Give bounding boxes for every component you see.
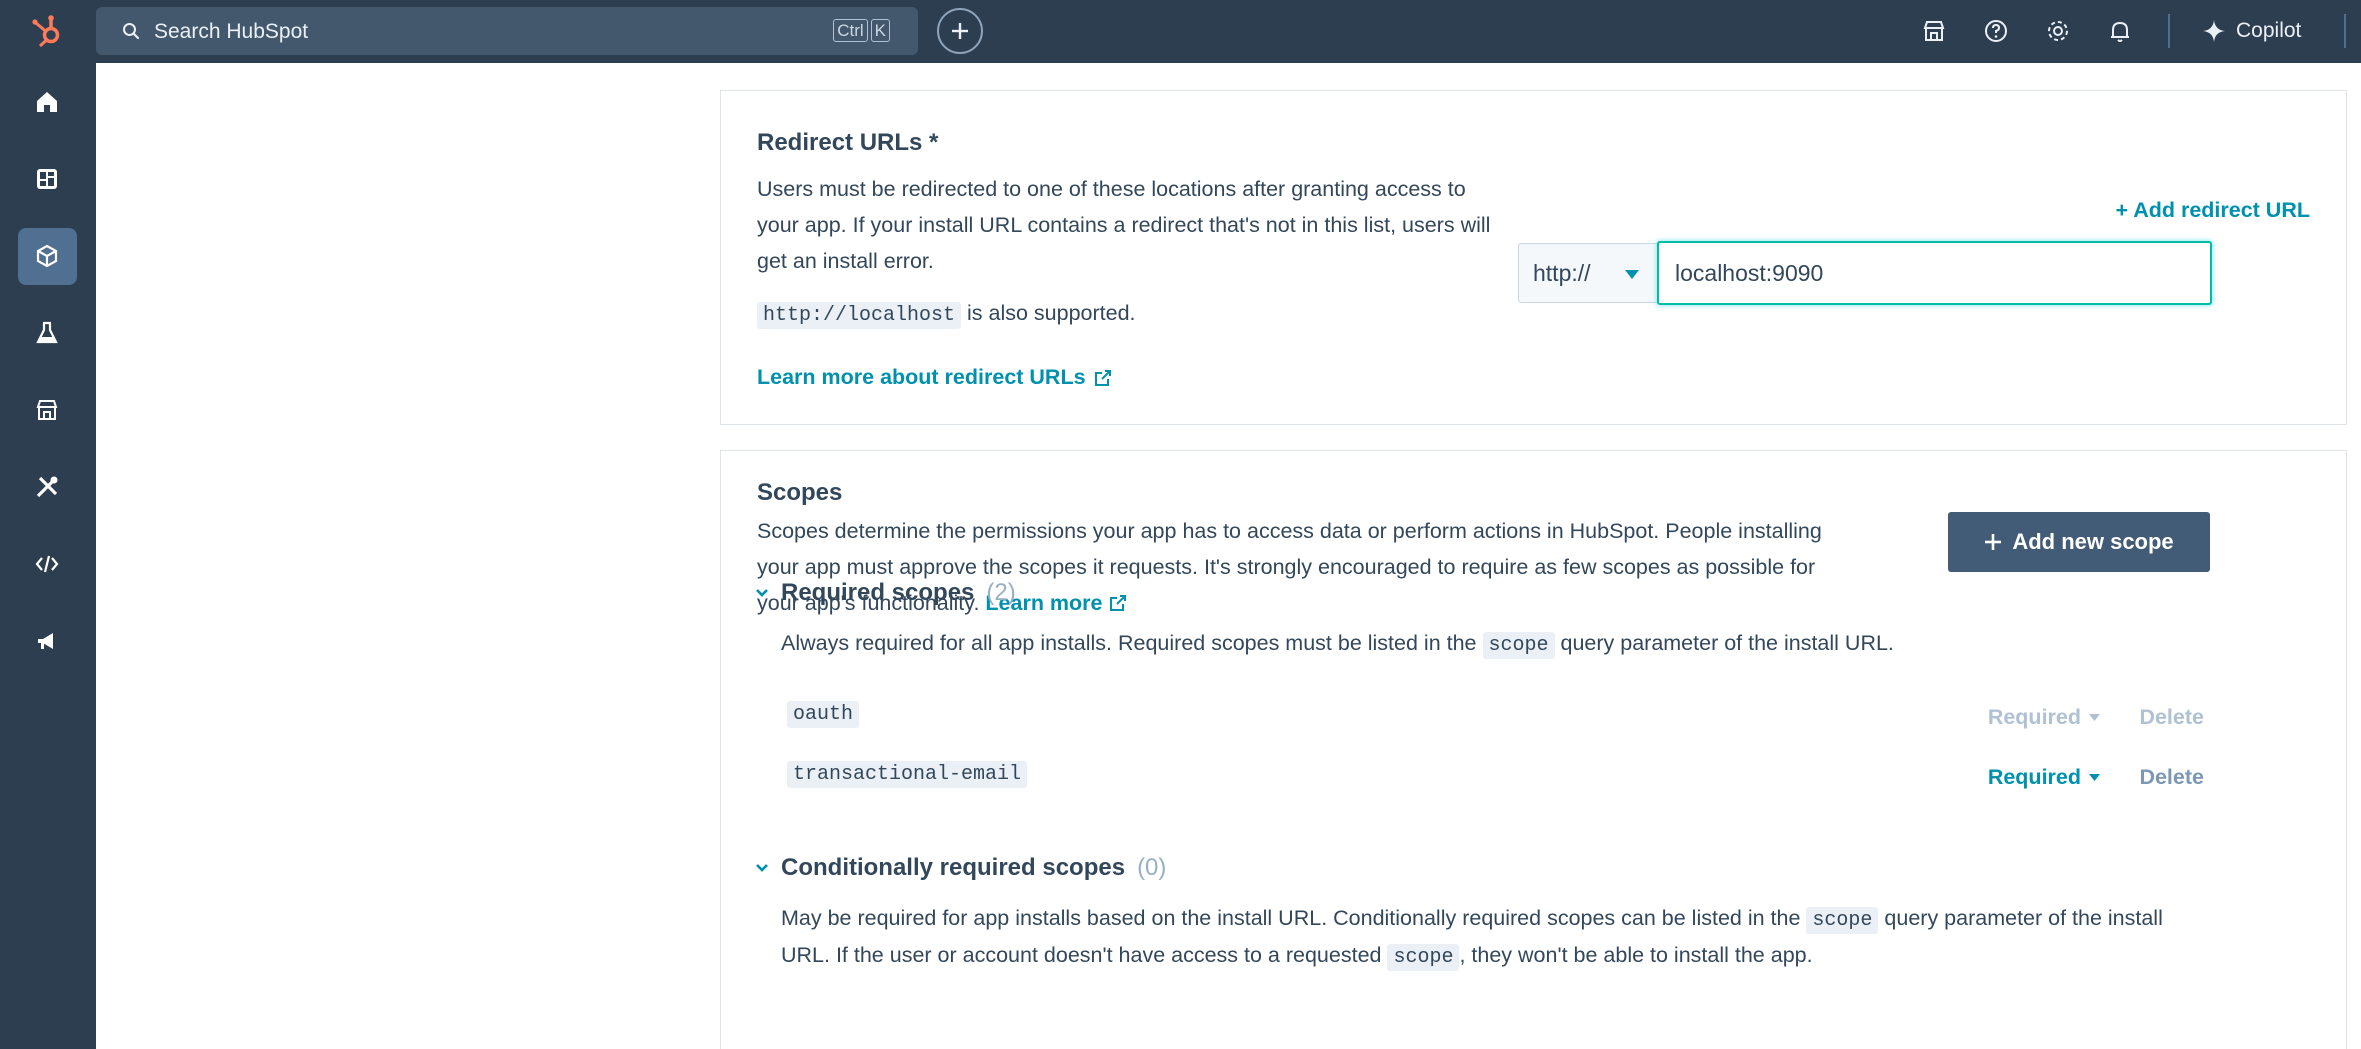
scope-status-label: Required (1987, 765, 2081, 789)
sidebar-item-testing[interactable] (18, 305, 77, 362)
conditional-desc-part1: May be required for app installs based o… (781, 906, 1807, 930)
add-new-scope-label: Add new scope (2012, 529, 2174, 554)
scope-code: scope (1806, 907, 1879, 934)
caret-down-icon (1625, 270, 1639, 279)
sidebar-item-tools[interactable] (18, 459, 77, 516)
scopes-title: Scopes (757, 479, 843, 506)
localhost-code: http://localhost (757, 302, 962, 329)
redirect-urls-description: Users must be redirected to one of these… (757, 177, 1491, 273)
scope-code: scope (1482, 632, 1555, 659)
sidebar (0, 63, 96, 1049)
required-scopes-toggle[interactable]: Required scopes (2) (755, 579, 1016, 607)
marketplace-icon (36, 400, 58, 420)
scope-row-transactional-email: transactional-email Required Delete (781, 757, 2210, 797)
marketplace-icon[interactable] (1920, 17, 1948, 45)
search-bar[interactable]: Search HubSpot Ctrl K (96, 7, 918, 55)
external-link-icon (1094, 369, 1111, 386)
redirect-urls-card: Redirect URLs * Users must be redirected… (720, 90, 2347, 425)
topbar-divider (2168, 14, 2170, 48)
required-scopes-description: Always required for all app installs. Re… (781, 626, 2181, 663)
copilot-label: Copilot (2236, 19, 2302, 42)
sidebar-item-marketing[interactable] (18, 613, 77, 670)
dashboard-icon (37, 169, 57, 189)
required-scopes-label: Required scopes (781, 579, 975, 606)
required-desc-after: query parameter of the install URL. (1554, 631, 1894, 655)
learn-more-redirect-link[interactable]: Learn more about redirect URLs (757, 365, 1112, 390)
hubspot-logo-icon[interactable] (28, 11, 68, 51)
code-icon (35, 555, 59, 573)
scope-name: oauth (787, 701, 860, 728)
sidebar-item-home[interactable] (18, 74, 77, 131)
add-redirect-url-link[interactable]: + Add redirect URL (2115, 198, 2310, 223)
scope-delete-button[interactable]: Delete (2139, 765, 2204, 790)
caret-down-icon (2089, 714, 2100, 721)
scope-name: transactional-email (787, 761, 1028, 788)
topbar-divider (2344, 14, 2346, 48)
scope-delete-button[interactable]: Delete (2139, 705, 2204, 730)
sidebar-item-dashboards[interactable] (18, 151, 77, 208)
learn-more-redirect-label: Learn more about redirect URLs (757, 365, 1086, 389)
scope-code: scope (1387, 944, 1460, 971)
redirect-urls-title: Redirect URLs * (757, 129, 939, 156)
copilot-button[interactable]: Copilot (2202, 17, 2301, 45)
search-placeholder: Search HubSpot (154, 20, 309, 43)
main-content: Redirect URLs * Users must be redirected… (96, 63, 2361, 1049)
notifications-bell-icon[interactable] (2106, 17, 2134, 45)
localhost-support-note: http://localhost is also supported. (757, 301, 1136, 329)
plus-icon (1985, 534, 2002, 550)
protocol-value: http:// (1533, 260, 1591, 286)
shortcut-key-k: K (870, 19, 890, 42)
protocol-dropdown[interactable]: http:// (1518, 243, 1658, 303)
megaphone-icon (38, 633, 53, 649)
chevron-down-icon (756, 589, 768, 597)
home-icon (37, 92, 57, 112)
conditional-scopes-toggle[interactable]: Conditionally required scopes (0) (755, 854, 1166, 882)
plus-icon (952, 23, 968, 39)
localhost-suffix: is also supported. (961, 301, 1136, 325)
required-desc-before: Always required for all app installs. Re… (781, 631, 1483, 655)
top-navigation-bar: Search HubSpot Ctrl K Copilot (0, 0, 2361, 63)
scopes-card: Scopes Scopes determine the permissions … (720, 450, 2347, 1049)
create-button[interactable] (937, 8, 983, 54)
caret-down-icon (2089, 774, 2100, 781)
sidebar-item-marketplace[interactable] (18, 382, 77, 439)
conditional-desc-part3: , they won't be able to install the app. (1459, 943, 1813, 967)
scope-status-label: Required (1987, 705, 2081, 729)
conditional-scopes-label: Conditionally required scopes (781, 854, 1126, 881)
scope-status-dropdown[interactable]: Required (1988, 705, 2100, 730)
keyboard-shortcut: Ctrl K (833, 19, 890, 42)
tools-icon (36, 476, 58, 498)
sidebar-item-code[interactable] (18, 536, 77, 593)
flask-icon (36, 321, 58, 344)
scope-row-oauth: oauth Required Delete (781, 697, 2210, 737)
conditional-scopes-count: (0) (1137, 854, 1167, 881)
scope-status-dropdown[interactable]: Required (1988, 765, 2100, 790)
required-scopes-count: (2) (986, 579, 1016, 606)
shortcut-key-ctrl: Ctrl (833, 19, 868, 42)
external-link-icon (1109, 595, 1126, 611)
sparkle-icon (2203, 20, 2225, 42)
add-new-scope-button[interactable]: Add new scope (1948, 512, 2210, 572)
cube-icon (36, 244, 58, 268)
search-icon (123, 23, 140, 40)
help-icon[interactable] (1982, 17, 2010, 45)
chevron-down-icon (756, 864, 768, 872)
conditional-scopes-description: May be required for app installs based o… (781, 901, 2181, 975)
redirect-url-input[interactable] (1657, 241, 2212, 305)
sidebar-item-development[interactable] (18, 228, 77, 285)
settings-gear-icon[interactable] (2044, 17, 2072, 45)
